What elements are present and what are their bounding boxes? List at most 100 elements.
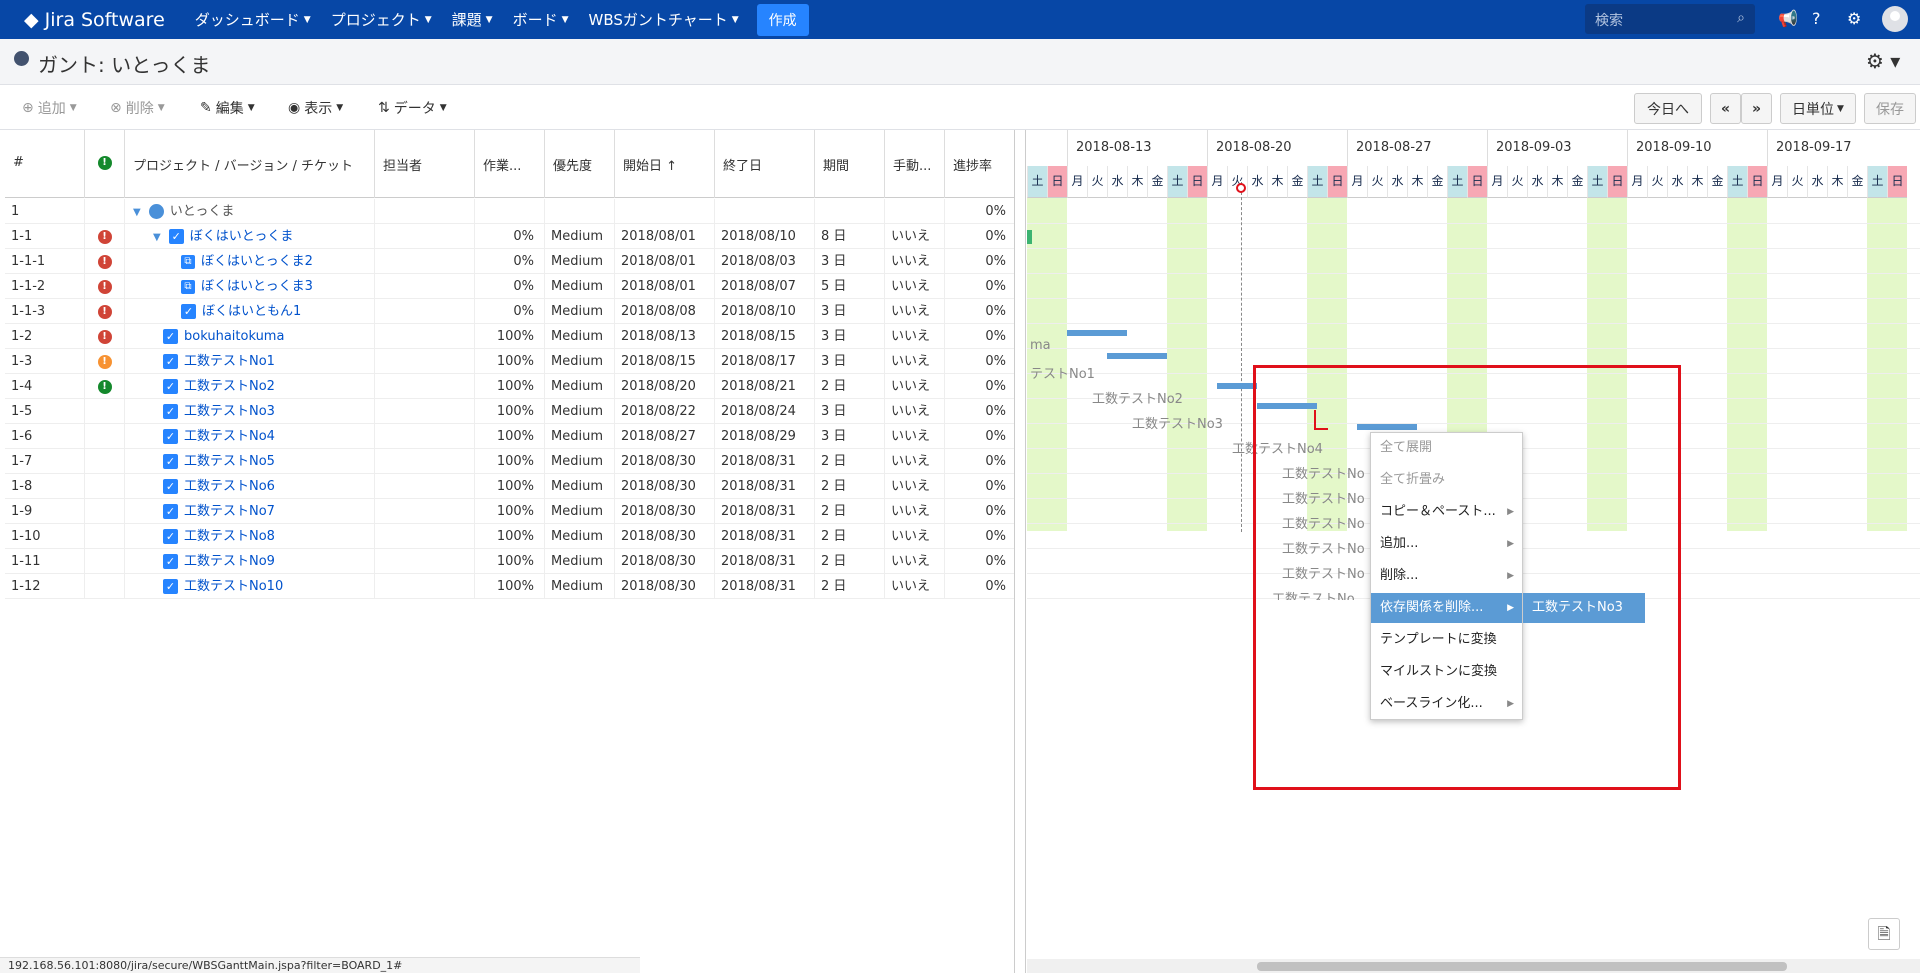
issue-link[interactable]: ぼくはいとっくま2 bbox=[201, 254, 313, 269]
page-settings-gear-icon[interactable]: ⚙ ▾ bbox=[1866, 49, 1900, 73]
issue-link[interactable]: 工数テストNo1 bbox=[184, 354, 275, 369]
cell-end: 2018/08/07 bbox=[715, 274, 815, 299]
table-row[interactable]: 1 ▼ いとっくま 0% bbox=[5, 199, 1016, 224]
add-dropdown[interactable]: ⊕ 追加 ▼ bbox=[22, 98, 77, 118]
table-row[interactable]: 1-4! ✓ 工数テストNo2 100% Medium 2018/08/20 2018/08… bbox=[5, 374, 1016, 399]
gantt-day-cell: 土 bbox=[1587, 166, 1607, 198]
cell-work: 100% bbox=[475, 374, 545, 399]
issue-link[interactable]: 工数テストNo2 bbox=[184, 379, 275, 394]
table-row[interactable]: 1-2! ✓ bokuhaitokuma 100% Medium 2018/08/13 20… bbox=[5, 324, 1016, 349]
cell-manual: いいえ bbox=[885, 399, 945, 424]
issue-link[interactable]: ぼくはいとっくま bbox=[190, 229, 294, 244]
gantt-row-line bbox=[1027, 248, 1920, 249]
issue-link[interactable]: 工数テストNo10 bbox=[184, 579, 283, 594]
gantt-day-cell: 土 bbox=[1307, 166, 1327, 198]
col-header-assignee[interactable]: 担当者 bbox=[375, 130, 475, 198]
col-header-priority[interactable]: 優先度 bbox=[545, 130, 615, 198]
add-circle-icon: ⊕ bbox=[22, 100, 34, 116]
issue-link[interactable]: 工数テストNo4 bbox=[184, 429, 275, 444]
issue-link[interactable]: 工数テストNo7 bbox=[184, 504, 275, 519]
task-checkbox-icon: ✓ bbox=[163, 529, 178, 544]
menu-project[interactable]: プロジェクト ▼ bbox=[321, 0, 442, 39]
menu-wbs-gantt[interactable]: WBSガントチャート ▼ bbox=[579, 0, 749, 39]
col-header-num[interactable]: # bbox=[5, 130, 85, 198]
status-orange-icon: ! bbox=[97, 354, 112, 369]
search-input[interactable]: 検索 ⌕ bbox=[1585, 4, 1755, 34]
data-dropdown[interactable]: ⇅ データ ▼ bbox=[378, 98, 447, 118]
col-header-work[interactable]: 作業... bbox=[475, 130, 545, 198]
table-row[interactable]: 1-8 ✓ 工数テストNo6 100% Medium 2018/08/30 2018/08/… bbox=[5, 474, 1016, 499]
issue-link[interactable]: 工数テストNo6 bbox=[184, 479, 275, 494]
issue-link[interactable]: 工数テストNo5 bbox=[184, 454, 275, 469]
gantt-week-label: 2018-09-17 bbox=[1767, 130, 1907, 166]
col-header-status[interactable]: ! bbox=[85, 130, 125, 198]
menu-dashboard[interactable]: ダッシュボード ▼ bbox=[185, 0, 321, 39]
gantt-day-cell: 火 bbox=[1647, 166, 1667, 198]
cell-status bbox=[85, 549, 125, 574]
cell-status bbox=[85, 449, 125, 474]
col-header-progress[interactable]: 進捗率 bbox=[945, 130, 1016, 198]
issue-link[interactable]: 工数テストNo3 bbox=[184, 404, 275, 419]
gantt-task-bar[interactable] bbox=[1107, 353, 1167, 359]
create-button[interactable]: 作成 bbox=[756, 3, 809, 36]
gantt-horizontal-scrollbar[interactable] bbox=[1027, 959, 1920, 973]
menu-issues[interactable]: 課題 ▼ bbox=[442, 0, 503, 39]
today-button[interactable]: 今日へ bbox=[1634, 93, 1702, 124]
cell-priority: Medium bbox=[545, 274, 615, 299]
table-row[interactable]: 1-6 ✓ 工数テストNo4 100% Medium 2018/08/27 2018/08/… bbox=[5, 424, 1016, 449]
jira-logo[interactable]: ◆ Jira Software bbox=[24, 9, 165, 31]
cell-duration: 3 日 bbox=[815, 299, 885, 324]
gantt-task-bar[interactable] bbox=[1067, 330, 1127, 336]
table-row[interactable]: 1-5 ✓ 工数テストNo3 100% Medium 2018/08/22 2018/08/… bbox=[5, 399, 1016, 424]
save-button[interactable]: 保存 bbox=[1864, 93, 1916, 124]
expand-toggle-icon[interactable]: ▼ bbox=[133, 200, 141, 224]
col-header-end[interactable]: 終了日 bbox=[715, 130, 815, 198]
issue-link[interactable]: 工数テストNo8 bbox=[184, 529, 275, 544]
gantt-day-cell: 水 bbox=[1807, 166, 1827, 198]
table-row[interactable]: 1-11 ✓ 工数テストNo9 100% Medium 2018/08/30 2018/08… bbox=[5, 549, 1016, 574]
expand-toggle-icon[interactable]: ▼ bbox=[153, 225, 161, 249]
table-row[interactable]: 1-1-1! ⧉ ぼくはいとっくま2 0% Medium 2018/08/01 2018/0… bbox=[5, 249, 1016, 274]
issue-link[interactable]: ぼくはいとっくま3 bbox=[201, 279, 313, 294]
gantt-day-cell: 金 bbox=[1287, 166, 1307, 198]
table-row[interactable]: 1-1-3! ✓ ぼくはいともん1 0% Medium 2018/08/08 2018/08… bbox=[5, 299, 1016, 324]
table-row[interactable]: 1-3! ✓ 工数テストNo1 100% Medium 2018/08/15 2018/08… bbox=[5, 349, 1016, 374]
prev-button[interactable]: « bbox=[1710, 93, 1741, 124]
view-dropdown[interactable]: ◉ 表示 ▼ bbox=[288, 98, 343, 118]
col-header-start[interactable]: 開始日 ↑ bbox=[615, 130, 715, 198]
user-avatar[interactable] bbox=[1882, 6, 1908, 32]
sort-arrows-icon: ⇅ bbox=[378, 100, 390, 116]
chevron-down-icon: ▼ bbox=[1837, 103, 1844, 114]
issue-link[interactable]: bokuhaitokuma bbox=[184, 329, 284, 344]
help-icon[interactable]: ? bbox=[1812, 9, 1821, 28]
col-header-manual[interactable]: 手動... bbox=[885, 130, 945, 198]
status-red-icon: ! bbox=[97, 254, 112, 269]
table-row[interactable]: 1-9 ✓ 工数テストNo7 100% Medium 2018/08/30 2018/08/… bbox=[5, 499, 1016, 524]
menu-label: 課題 bbox=[451, 11, 482, 29]
table-row[interactable]: 1-7 ✓ 工数テストNo5 100% Medium 2018/08/30 2018/08/… bbox=[5, 449, 1016, 474]
table-row[interactable]: 1-1-2! ⧉ ぼくはいとっくま3 0% Medium 2018/08/01 2018/0… bbox=[5, 274, 1016, 299]
gantt-day-cell: 月 bbox=[1767, 166, 1787, 198]
col-header-name[interactable]: プロジェクト / バージョン / チケット bbox=[125, 130, 375, 198]
scrollbar-thumb[interactable] bbox=[1257, 962, 1787, 971]
table-row[interactable]: 1-12 ✓ 工数テストNo10 100% Medium 2018/08/30 2018/0… bbox=[5, 574, 1016, 599]
edit-dropdown[interactable]: ✎ 編集 ▼ bbox=[200, 98, 255, 118]
document-icon[interactable]: 🗎 bbox=[1868, 918, 1900, 950]
cell-end: 2018/08/24 bbox=[715, 399, 815, 424]
delete-dropdown[interactable]: ⊗ 削除 ▼ bbox=[110, 98, 165, 118]
megaphone-icon[interactable]: 📢 bbox=[1778, 9, 1798, 28]
table-row[interactable]: 1-1! ▼ ✓ ぼくはいとっくま 0% Medium 2018/08/01 2018/08/… bbox=[5, 224, 1016, 249]
col-header-duration[interactable]: 期間 bbox=[815, 130, 885, 198]
table-row[interactable]: 1-10 ✓ 工数テストNo8 100% Medium 2018/08/30 2018/08… bbox=[5, 524, 1016, 549]
time-unit-dropdown[interactable]: 日単位 ▼ bbox=[1780, 93, 1856, 124]
pane-splitter[interactable] bbox=[1014, 130, 1026, 973]
gantt-task-bar[interactable] bbox=[1217, 383, 1257, 389]
issue-link[interactable]: 工数テストNo9 bbox=[184, 554, 275, 569]
cell-status bbox=[85, 424, 125, 449]
next-button[interactable]: » bbox=[1741, 93, 1772, 124]
cell-status: ! bbox=[85, 274, 125, 299]
settings-icon[interactable]: ⚙ bbox=[1847, 9, 1861, 28]
menu-board[interactable]: ボード ▼ bbox=[503, 0, 579, 39]
issue-link[interactable]: ぼくはいともん1 bbox=[202, 304, 301, 319]
menu-label: ボード bbox=[512, 11, 558, 29]
